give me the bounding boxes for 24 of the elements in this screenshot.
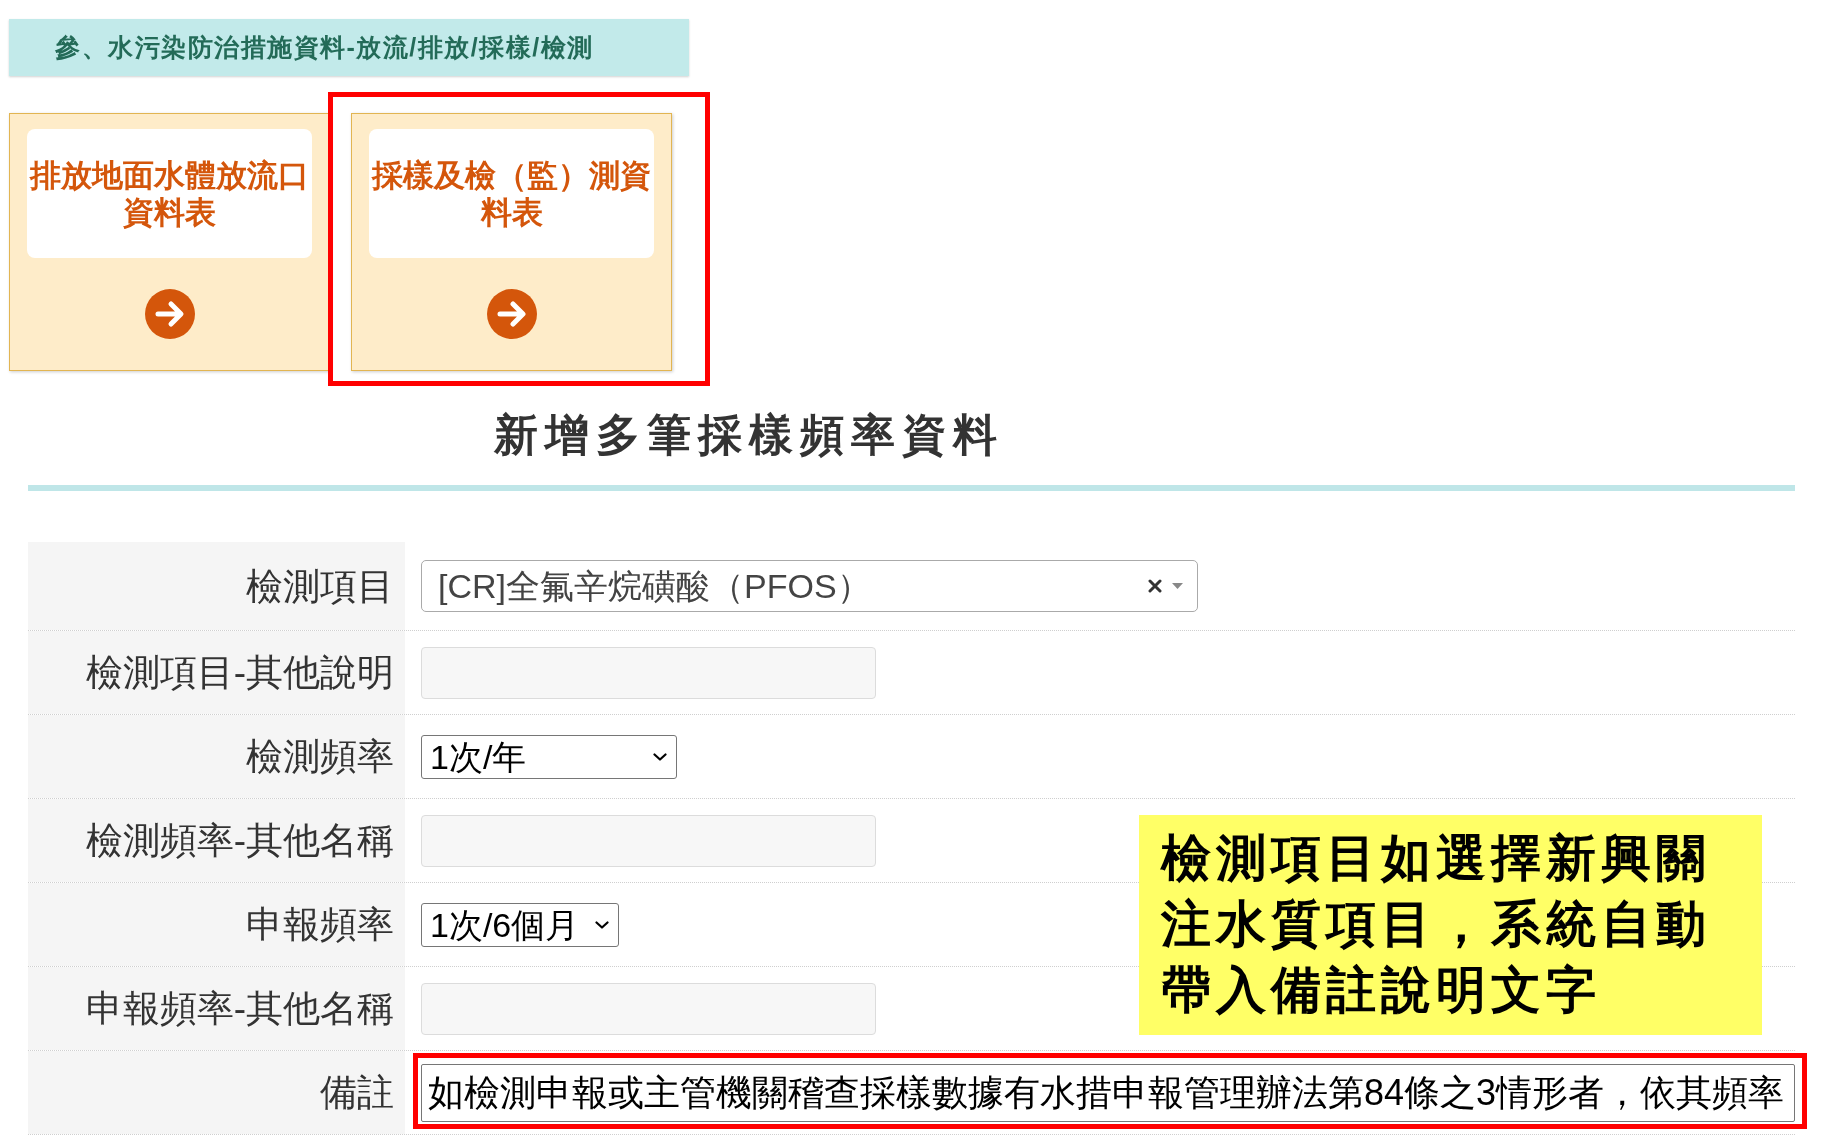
field-label: 申報頻率 [246, 906, 394, 943]
table-link-card[interactable]: 排放地面水體放流口資料表 [9, 113, 330, 371]
text-field[interactable]: 如檢測申報或主管機關稽查採樣數據有水措申報管理辦法第84條之3情形者，依其頻率 [421, 1063, 1795, 1122]
combobox[interactable]: [CR]全氟辛烷磺酸（PFOS） [421, 560, 1198, 612]
chevron-down-icon [595, 920, 609, 929]
field-label: 檢測項目-其他說明 [85, 654, 394, 691]
field-label: 備註 [320, 1074, 394, 1111]
field-label: 檢測項目 [246, 567, 394, 605]
dropdown[interactable]: 1次/年 [421, 734, 677, 779]
form-title: 新增多筆採樣頻率資料 [494, 410, 1004, 460]
clear-icon[interactable] [1148, 579, 1162, 593]
chevron-down-icon [653, 752, 667, 761]
card-title: 排放地面水體放流口資料表 [27, 129, 312, 258]
annotation-note: 檢測項目如選擇新興關注水質項目，系統自動帶入備註說明文字 [1139, 815, 1762, 1035]
field-label: 申報頻率-其他名稱 [85, 990, 394, 1027]
section-header: 參、水污染防治措施資料-放流/排放/採樣/檢測 [9, 19, 689, 76]
arrow-right-icon [486, 289, 537, 339]
field-label: 檢測頻率 [246, 738, 394, 775]
card-title: 採樣及檢（監）測資料表 [369, 129, 654, 258]
field-label: 檢測頻率-其他名稱 [85, 822, 394, 859]
arrow-right-icon [144, 289, 195, 339]
table-link-card[interactable]: 採樣及檢（監）測資料表 [351, 113, 672, 371]
caret-down-icon [1172, 583, 1183, 589]
dropdown[interactable]: 1次/6個月 [421, 902, 619, 947]
